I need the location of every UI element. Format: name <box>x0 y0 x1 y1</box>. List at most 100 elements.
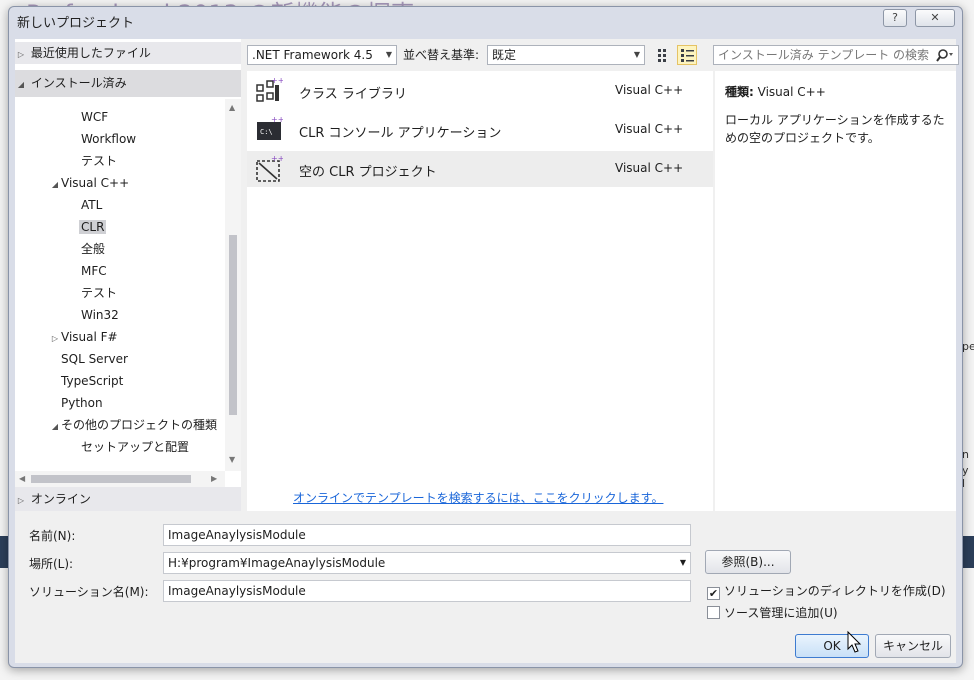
project-name-input[interactable]: ImageAnaylysisModule <box>163 524 691 546</box>
search-placeholder: インストール済み テンプレート の検索 <box>718 48 930 62</box>
cancel-button[interactable]: キャンセル <box>875 634 951 658</box>
svg-text:++: ++ <box>271 116 283 124</box>
collapse-arrow-icon: ◢ <box>51 180 59 189</box>
section-recent[interactable]: ▷ 最近使用したファイル <box>15 42 241 64</box>
checkmark-icon: ✔ <box>707 587 720 600</box>
section-installed[interactable]: ◢ インストール済み <box>15 70 241 97</box>
search-button[interactable] <box>935 47 955 63</box>
tree-item-test-cpp[interactable]: テスト <box>81 282 117 304</box>
background-fragment: pe <box>962 340 974 353</box>
tree-vertical-scrollbar[interactable]: ▲ ▼ <box>225 99 241 471</box>
expand-arrow-icon: ▷ <box>17 496 25 505</box>
tree-item-test[interactable]: テスト <box>81 150 117 172</box>
background-fragment: y l <box>962 464 969 490</box>
framework-dropdown[interactable]: .NET Framework 4.5 ▼ <box>247 45 397 65</box>
expand-arrow-icon: ▷ <box>51 334 59 343</box>
browse-button[interactable]: 参照(B)... <box>705 550 791 574</box>
tree-item-general[interactable]: 全般 <box>81 238 105 260</box>
template-language: Visual C++ <box>615 83 684 97</box>
template-language: Visual C++ <box>615 122 684 136</box>
section-online-label: オンライン <box>30 492 91 506</box>
framework-value: .NET Framework 4.5 <box>252 48 373 62</box>
template-kind-value: Visual C++ <box>757 85 826 99</box>
list-view-icon <box>681 49 694 62</box>
template-description: ローカル アプリケーションを作成するための空のプロジェクトです。 <box>725 113 945 145</box>
template-name: クラス ライブラリ <box>299 87 407 102</box>
tree-item-clr-label: CLR <box>79 220 107 234</box>
section-installed-label: インストール済み <box>30 76 127 90</box>
help-button[interactable]: ? <box>883 9 907 27</box>
grid-view-icon <box>658 49 666 62</box>
create-directory-checkbox[interactable]: ✔ ソリューションのディレクトリを作成(D) <box>707 584 946 600</box>
source-control-label: ソース管理に追加(U) <box>724 606 838 620</box>
sort-value: 既定 <box>492 48 517 62</box>
tree-item-visual-cpp[interactable]: ◢ Visual C++ <box>49 172 129 194</box>
chevron-down-icon: ▼ <box>679 558 686 567</box>
new-project-dialog: 新しいプロジェクト ? ✕ ▷ 最近使用したファイル ◢ インストール済み WC… <box>8 6 963 668</box>
template-kind-label: 種類: <box>725 85 754 99</box>
small-icons-view-button[interactable] <box>653 45 673 65</box>
location-value: H:¥program¥ImageAnaylysisModule <box>168 556 386 570</box>
svg-text:++: ++ <box>271 155 283 163</box>
scroll-left-arrow-icon[interactable]: ◀ <box>19 474 25 483</box>
dialog-title: 新しいプロジェクト <box>17 16 135 31</box>
svg-text:++: ++ <box>271 77 283 85</box>
tree-item-other-projects[interactable]: ◢ その他のプロジェクトの種類 <box>49 414 217 436</box>
scrollbar-thumb[interactable] <box>229 235 237 415</box>
tree-horizontal-scrollbar[interactable]: ◀ ▶ <box>15 471 225 487</box>
sort-dropdown[interactable]: 既定 ▼ <box>487 45 645 65</box>
template-name: 空の CLR プロジェクト <box>299 165 437 180</box>
template-details-panel: 種類: Visual C++ ローカル アプリケーションを作成するための空のプロ… <box>715 71 956 511</box>
background-fragment: n <box>962 448 969 461</box>
template-item-empty-clr[interactable]: ++ 空の CLR プロジェクト Visual C++ <box>247 151 713 187</box>
template-name: CLR コンソール アプリケーション <box>299 126 502 141</box>
tree-item-clr[interactable]: CLR <box>79 216 107 238</box>
list-view-button[interactable] <box>677 45 697 65</box>
checkbox-empty-icon <box>707 606 720 619</box>
tree-item-visual-fsharp-label: Visual F# <box>61 330 118 344</box>
tree-item-mfc[interactable]: MFC <box>81 260 107 282</box>
tree-item-typescript[interactable]: TypeScript <box>61 370 123 392</box>
scroll-down-arrow-icon[interactable]: ▼ <box>229 455 235 464</box>
chevron-down-icon: ▼ <box>385 50 392 59</box>
scrollbar-thumb[interactable] <box>31 475 191 483</box>
tree-item-setup-deploy[interactable]: セットアップと配置 <box>81 436 189 458</box>
tree-item-python[interactable]: Python <box>61 392 103 414</box>
template-list: ++ クラス ライブラリ Visual C++ C:\ ++ CLR コンソール… <box>247 71 713 511</box>
tree-item-win32[interactable]: Win32 <box>81 304 119 326</box>
search-icon <box>936 49 953 62</box>
sort-label: 並べ替え基準: <box>403 48 480 62</box>
close-button[interactable]: ✕ <box>915 9 955 27</box>
mouse-cursor-icon <box>847 630 862 653</box>
tree-item-atl[interactable]: ATL <box>81 194 102 216</box>
tree-item-workflow[interactable]: Workflow <box>81 128 136 150</box>
collapse-arrow-icon: ◢ <box>51 422 59 431</box>
scroll-right-arrow-icon[interactable]: ▶ <box>211 474 217 483</box>
dialog-client: ▷ 最近使用したファイル ◢ インストール済み WCF Workflow テスト… <box>15 39 959 663</box>
template-item-class-library[interactable]: ++ クラス ライブラリ Visual C++ <box>247 73 713 109</box>
empty-project-icon: ++ <box>256 155 283 182</box>
section-online[interactable]: ▷ オンライン <box>15 487 241 511</box>
collapse-arrow-icon: ◢ <box>17 80 25 89</box>
console-app-icon: C:\ ++ <box>257 116 283 140</box>
tree-item-sql-server[interactable]: SQL Server <box>61 348 128 370</box>
svg-text:C:\: C:\ <box>260 128 273 136</box>
tree-item-visual-fsharp[interactable]: ▷ Visual F# <box>49 326 118 348</box>
location-combobox[interactable]: H:¥program¥ImageAnaylysisModule ▼ <box>163 552 691 574</box>
scroll-up-arrow-icon[interactable]: ▲ <box>229 103 235 112</box>
template-search-input[interactable]: インストール済み テンプレート の検索 <box>713 45 959 65</box>
online-templates-link[interactable]: オンラインでテンプレートを検索するには、ここをクリックします。 <box>293 489 663 506</box>
template-tree-panel: ▷ 最近使用したファイル ◢ インストール済み WCF Workflow テスト… <box>15 39 241 511</box>
template-tree: WCF Workflow テスト ◢ Visual C++ ATL CLR 全般 … <box>15 99 241 487</box>
expand-arrow-icon: ▷ <box>17 50 25 59</box>
location-label: 場所(L): <box>29 557 74 571</box>
section-recent-label: 最近使用したファイル <box>30 46 151 60</box>
source-control-checkbox[interactable]: ソース管理に追加(U) <box>707 606 838 620</box>
template-toolbar: .NET Framework 4.5 ▼ 並べ替え基準: 既定 ▼ インストール… <box>247 41 959 67</box>
tree-item-wcf[interactable]: WCF <box>81 106 108 128</box>
solution-name-label: ソリューション名(M): <box>29 585 149 599</box>
solution-name-input[interactable]: ImageAnaylysisModule <box>163 580 691 602</box>
name-label: 名前(N): <box>29 529 76 543</box>
template-item-clr-console[interactable]: C:\ ++ CLR コンソール アプリケーション Visual C++ <box>247 112 713 148</box>
create-directory-label: ソリューションのディレクトリを作成(D) <box>724 584 946 598</box>
